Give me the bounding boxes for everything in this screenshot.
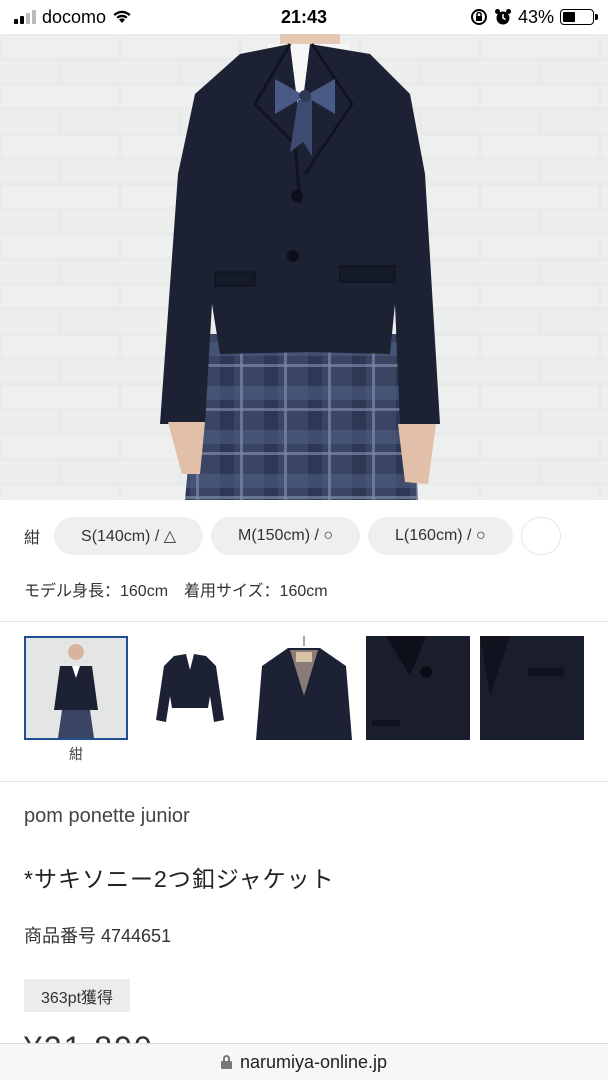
status-right: 43% (470, 6, 598, 28)
thumbnail-jacket-pocket-image (480, 636, 584, 740)
color-label: 紺 (24, 530, 41, 547)
clock: 21:43 (280, 6, 328, 27)
carrier-label: docomo (42, 6, 107, 27)
brand-name[interactable]: pom ponette junior (24, 805, 190, 828)
rotation-lock-icon (470, 9, 487, 25)
divider (0, 621, 608, 622)
url-bar[interactable]: narumiya-online.jp (0, 1043, 608, 1080)
thumbnail-jacket-pocket[interactable] (480, 636, 584, 740)
thumbnail-jacket-front[interactable] (138, 636, 242, 740)
size-chip-l[interactable]: L(160cm) / ○ (368, 517, 513, 555)
thumbnail-jacket-collar[interactable] (252, 636, 356, 740)
battery-icon (560, 9, 598, 25)
thumbnail-jacket-button-image (366, 636, 470, 740)
product-photo[interactable] (0, 34, 608, 500)
battery-fill (563, 12, 576, 22)
thumbnail-jacket-front-image (138, 636, 242, 740)
status-bar: docomo 21:43 43% (0, 0, 608, 34)
thumbnail-model[interactable] (24, 636, 128, 740)
divider (0, 781, 608, 782)
thumbnail-strip (24, 636, 584, 740)
url-domain: narumiya-online.jp (239, 1051, 388, 1072)
status-left: docomo (14, 7, 132, 28)
thumbnail-jacket-button[interactable] (366, 636, 470, 740)
product-name: *サキソニー2つ釦ジャケット (24, 866, 335, 892)
points-badge: 363pt獲得 (24, 979, 131, 1012)
product-photo-illustration (0, 34, 608, 500)
model-info: モデル身長：160cm 着用サイズ：160cm (24, 583, 328, 600)
size-selector: 紺 S(140cm) / △ M(150cm) / ○ L(160cm) / ○ (0, 516, 608, 556)
signal-icon (14, 10, 36, 24)
battery-percent: 43% (517, 6, 554, 27)
alarm-icon (494, 9, 511, 25)
product-number: 商品番号 4744651 (24, 926, 172, 946)
size-chip-m[interactable]: M(150cm) / ○ (211, 517, 361, 555)
thumbnail-caption: 紺 (69, 746, 83, 762)
wifi-icon (113, 10, 131, 23)
size-chip-more[interactable] (520, 517, 561, 555)
size-chip-s[interactable]: S(140cm) / △ (54, 517, 204, 555)
thumbnail-jacket-collar-image (252, 636, 356, 740)
lock-icon (220, 1055, 232, 1069)
thumbnail-model-image (26, 638, 126, 738)
